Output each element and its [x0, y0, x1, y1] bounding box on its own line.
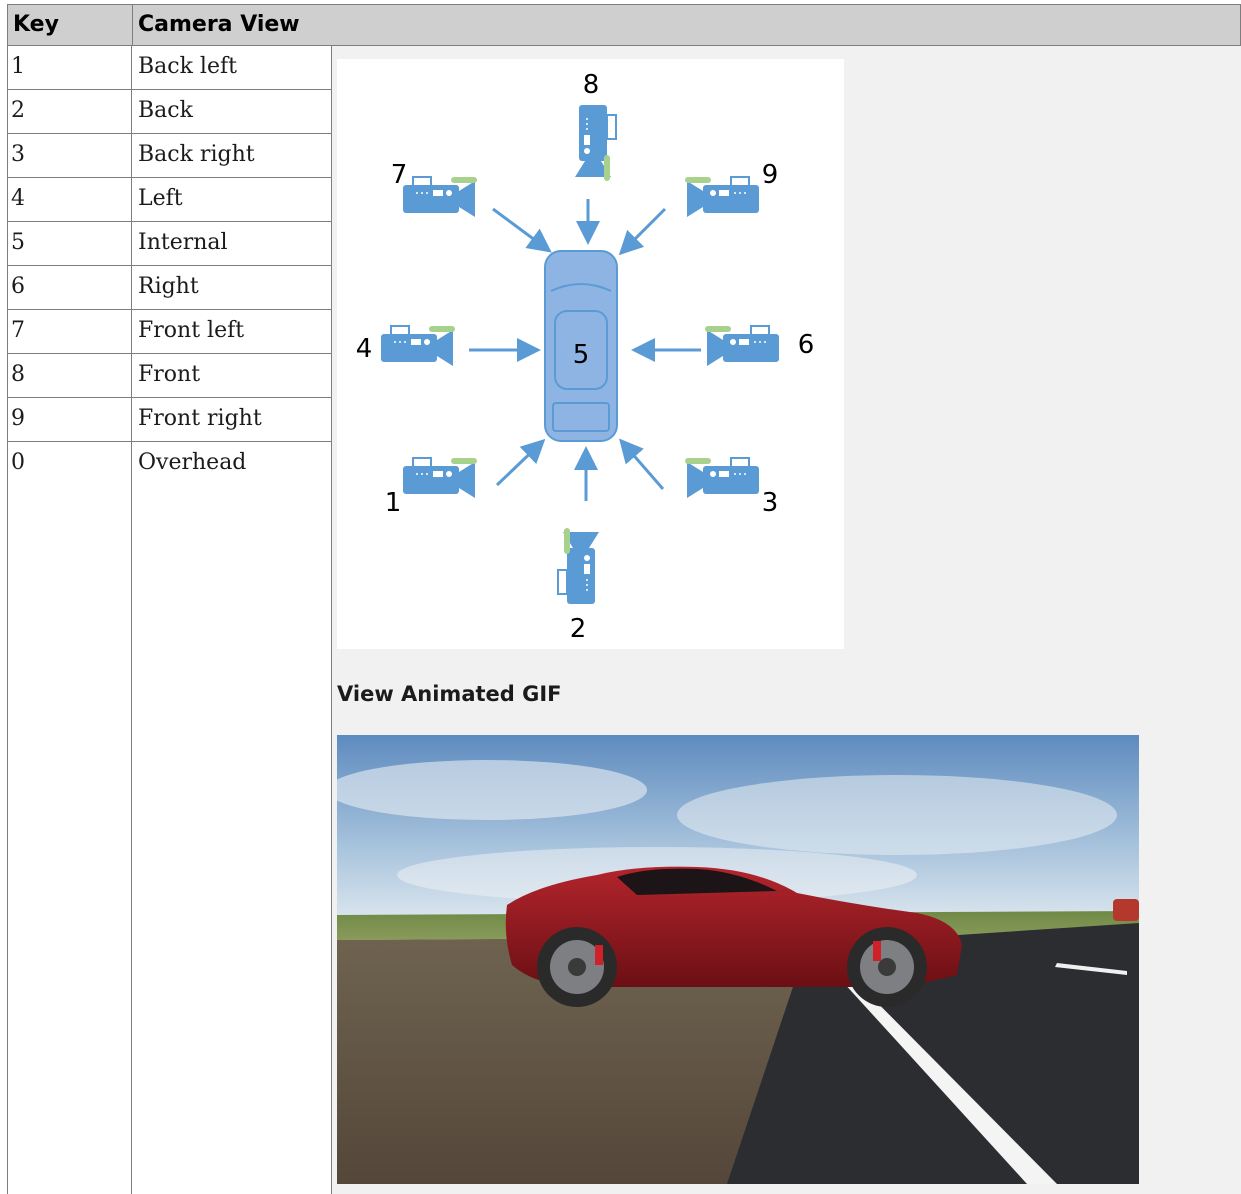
camera-position-diagram: 5 8 7 9 4 6 1 3 2 — [337, 59, 844, 649]
camera-front-left-icon — [402, 176, 478, 218]
row-view: Overhead — [138, 450, 247, 475]
diagram-svg: 5 8 7 9 4 6 1 3 2 — [356, 70, 815, 644]
table-body: 1 Back left 2 Back 3 Back right 4 Left 5 Inte… — [7, 46, 1241, 1194]
row-key: 0 — [11, 450, 25, 475]
label-left: 4 — [356, 334, 373, 364]
table-row: 3 Back right — [7, 134, 331, 178]
camera-front-icon — [574, 104, 617, 182]
table-row: 6 Right — [7, 266, 331, 310]
header-key: Key — [13, 12, 59, 37]
camera-front-right-icon — [684, 176, 760, 218]
table-row: 1 Back left — [7, 46, 331, 90]
row-key: 4 — [11, 186, 25, 211]
table-row: 0 Overhead — [7, 442, 331, 485]
distant-car — [1113, 899, 1139, 921]
row-view: Back — [138, 98, 193, 123]
label-back: 2 — [570, 614, 587, 644]
label-right: 6 — [798, 330, 815, 360]
row-view: Internal — [138, 230, 228, 255]
label-front-right: 9 — [762, 160, 779, 190]
animated-gif-image — [337, 735, 1139, 1184]
label-back-right: 3 — [762, 488, 779, 518]
camera-key-table: Key Camera View 1 Back left 2 Back 3 Back r… — [7, 4, 1241, 1194]
table-row: 9 Front right — [7, 398, 331, 442]
row-key: 1 — [11, 54, 25, 79]
camera-back-left-icon — [402, 457, 478, 499]
row-view: Front left — [138, 318, 245, 343]
row-view: Left — [138, 186, 183, 211]
label-front-left: 7 — [391, 160, 408, 190]
row-key: 5 — [11, 230, 25, 255]
table-row: 8 Front — [7, 354, 331, 398]
row-key: 7 — [11, 318, 25, 343]
camera-back-right-icon — [684, 457, 760, 499]
gif-scene — [337, 735, 1139, 1184]
row-key: 9 — [11, 406, 25, 431]
camera-left-icon — [380, 325, 456, 367]
camera-view-cell: 5 8 7 9 4 6 1 3 2 View Animated GIF — [332, 46, 1241, 1194]
label-internal: 5 — [573, 340, 590, 370]
table-row: 4 Left — [7, 178, 331, 222]
header-divider — [132, 5, 133, 45]
header-camera-view: Camera View — [138, 12, 300, 37]
row-key: 8 — [11, 362, 25, 387]
row-view: Front right — [138, 406, 262, 431]
table-row: 2 Back — [7, 90, 331, 134]
table-row: 7 Front left — [7, 310, 331, 354]
row-key: 2 — [11, 98, 25, 123]
row-view: Right — [138, 274, 199, 299]
animated-gif-title: View Animated GIF — [337, 682, 562, 706]
table-row: 5 Internal — [7, 222, 331, 266]
label-back-left: 1 — [385, 488, 402, 518]
table-header: Key Camera View — [7, 4, 1241, 46]
label-front: 8 — [583, 70, 600, 100]
camera-back-icon — [557, 527, 600, 605]
row-view: Back left — [138, 54, 237, 79]
camera-right-icon — [704, 325, 780, 367]
row-view: Back right — [138, 142, 255, 167]
row-key: 3 — [11, 142, 25, 167]
row-view: Front — [138, 362, 201, 387]
row-key: 6 — [11, 274, 25, 299]
